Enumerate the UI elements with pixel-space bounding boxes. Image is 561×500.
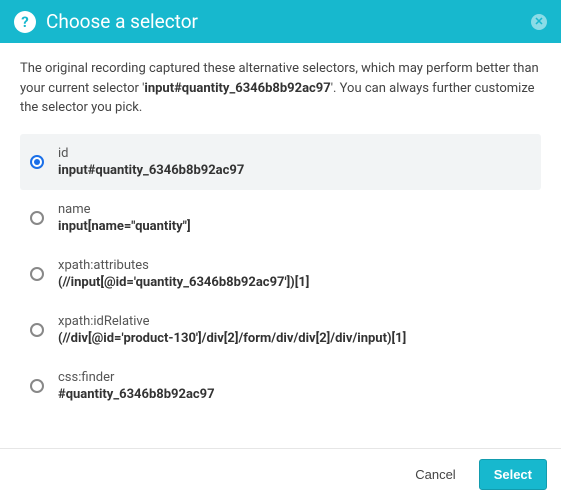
option-text: css:finder #quantity_6346b8b92ac97: [58, 370, 215, 402]
selector-options: id input#quantity_6346b8b92ac97 name inp…: [20, 134, 541, 414]
dialog-body: The original recording captured these al…: [0, 43, 561, 448]
option-value: input[name="quantity"]: [58, 219, 191, 234]
intro-text: The original recording captured these al…: [20, 59, 541, 118]
intro-highlight: input#quantity_6346b8b92ac97: [144, 81, 330, 96]
selector-option-name[interactable]: name input[name="quantity"]: [20, 190, 541, 246]
option-type: css:finder: [58, 370, 215, 385]
option-value: (//div[@id='product-130']/div[2]/form/di…: [58, 331, 406, 346]
selector-option-css-finder[interactable]: css:finder #quantity_6346b8b92ac97: [20, 358, 541, 414]
dialog-title: Choose a selector: [46, 10, 521, 33]
option-text: xpath:attributes (//input[@id='quantity_…: [58, 258, 309, 290]
radio-icon: [30, 323, 44, 337]
selector-option-xpath-idrelative[interactable]: xpath:idRelative (//div[@id='product-130…: [20, 302, 541, 358]
radio-icon: [30, 379, 44, 393]
option-type: name: [58, 202, 191, 217]
cancel-button[interactable]: Cancel: [400, 459, 470, 490]
close-icon[interactable]: ✕: [531, 14, 547, 30]
dialog-footer: Cancel Select: [0, 448, 561, 500]
choose-selector-dialog: ? Choose a selector ✕ The original recor…: [0, 0, 561, 500]
option-type: id: [58, 146, 244, 161]
option-text: xpath:idRelative (//div[@id='product-130…: [58, 314, 406, 346]
option-type: xpath:idRelative: [58, 314, 406, 329]
selector-option-xpath-attributes[interactable]: xpath:attributes (//input[@id='quantity_…: [20, 246, 541, 302]
select-button[interactable]: Select: [479, 459, 547, 490]
option-value: (//input[@id='quantity_6346b8b92ac97'])[…: [58, 275, 309, 290]
dialog-header: ? Choose a selector ✕: [0, 0, 561, 43]
help-icon: ?: [14, 11, 36, 33]
radio-icon: [30, 155, 44, 169]
option-text: id input#quantity_6346b8b92ac97: [58, 146, 244, 178]
option-type: xpath:attributes: [58, 258, 309, 273]
radio-icon: [30, 211, 44, 225]
option-value: #quantity_6346b8b92ac97: [58, 387, 215, 402]
radio-icon: [30, 267, 44, 281]
option-value: input#quantity_6346b8b92ac97: [58, 163, 244, 178]
selector-option-id[interactable]: id input#quantity_6346b8b92ac97: [20, 134, 541, 190]
option-text: name input[name="quantity"]: [58, 202, 191, 234]
